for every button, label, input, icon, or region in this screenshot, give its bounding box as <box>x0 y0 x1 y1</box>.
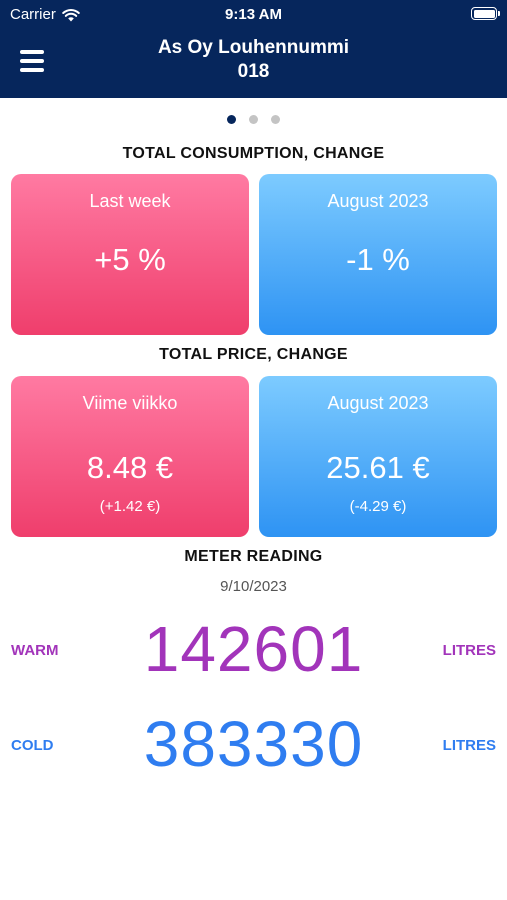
consumption-month-value: -1 % <box>346 242 410 277</box>
price-week-value: 8.48 € <box>86 450 174 485</box>
consumption-month-card[interactable]: August 2023 -1 % <box>259 174 497 335</box>
consumption-week-label: Last week <box>89 191 171 211</box>
warm-unit: LITRES <box>442 642 496 659</box>
consumption-section-title: TOTAL CONSUMPTION, CHANGE <box>122 145 385 162</box>
page-title: As Oy Louhennummi 018 <box>0 36 507 84</box>
meter-section-title: METER READING <box>184 548 323 565</box>
status-bar: Carrier 9:13 AM <box>0 0 507 28</box>
consumption-month-label: August 2023 <box>327 191 429 211</box>
top-bar: Carrier 9:13 AM As Oy Louhennummi 018 <box>0 0 507 98</box>
price-month-label: August 2023 <box>327 393 429 413</box>
page-dot-2[interactable] <box>249 115 258 124</box>
apartment-number: 018 <box>237 61 270 82</box>
cold-reading: 383330 <box>143 708 364 780</box>
price-week-card[interactable]: Viime viikko 8.48 € (+1.42 €) <box>11 376 249 537</box>
page-dot-1[interactable] <box>227 115 236 124</box>
cold-unit: LITRES <box>442 737 496 754</box>
price-month-change: (-4.29 €) <box>349 498 407 515</box>
meter-date: 9/10/2023 <box>220 578 287 595</box>
warm-reading: 142601 <box>143 613 364 685</box>
price-week-change: (+1.42 €) <box>99 498 161 515</box>
price-week-label: Viime viikko <box>82 393 178 413</box>
page-indicator[interactable] <box>0 115 507 124</box>
battery-icon <box>471 7 500 20</box>
status-time: 9:13 AM <box>225 6 282 23</box>
price-section-title: TOTAL PRICE, CHANGE <box>159 346 348 363</box>
price-month-value: 25.61 € <box>326 450 430 485</box>
page-dot-3[interactable] <box>271 115 280 124</box>
price-month-card[interactable]: August 2023 25.61 € (-4.29 €) <box>259 376 497 537</box>
consumption-week-card[interactable]: Last week +5 % <box>11 174 249 335</box>
building-name: As Oy Louhennummi <box>157 37 350 58</box>
consumption-week-value: +5 % <box>94 242 166 277</box>
